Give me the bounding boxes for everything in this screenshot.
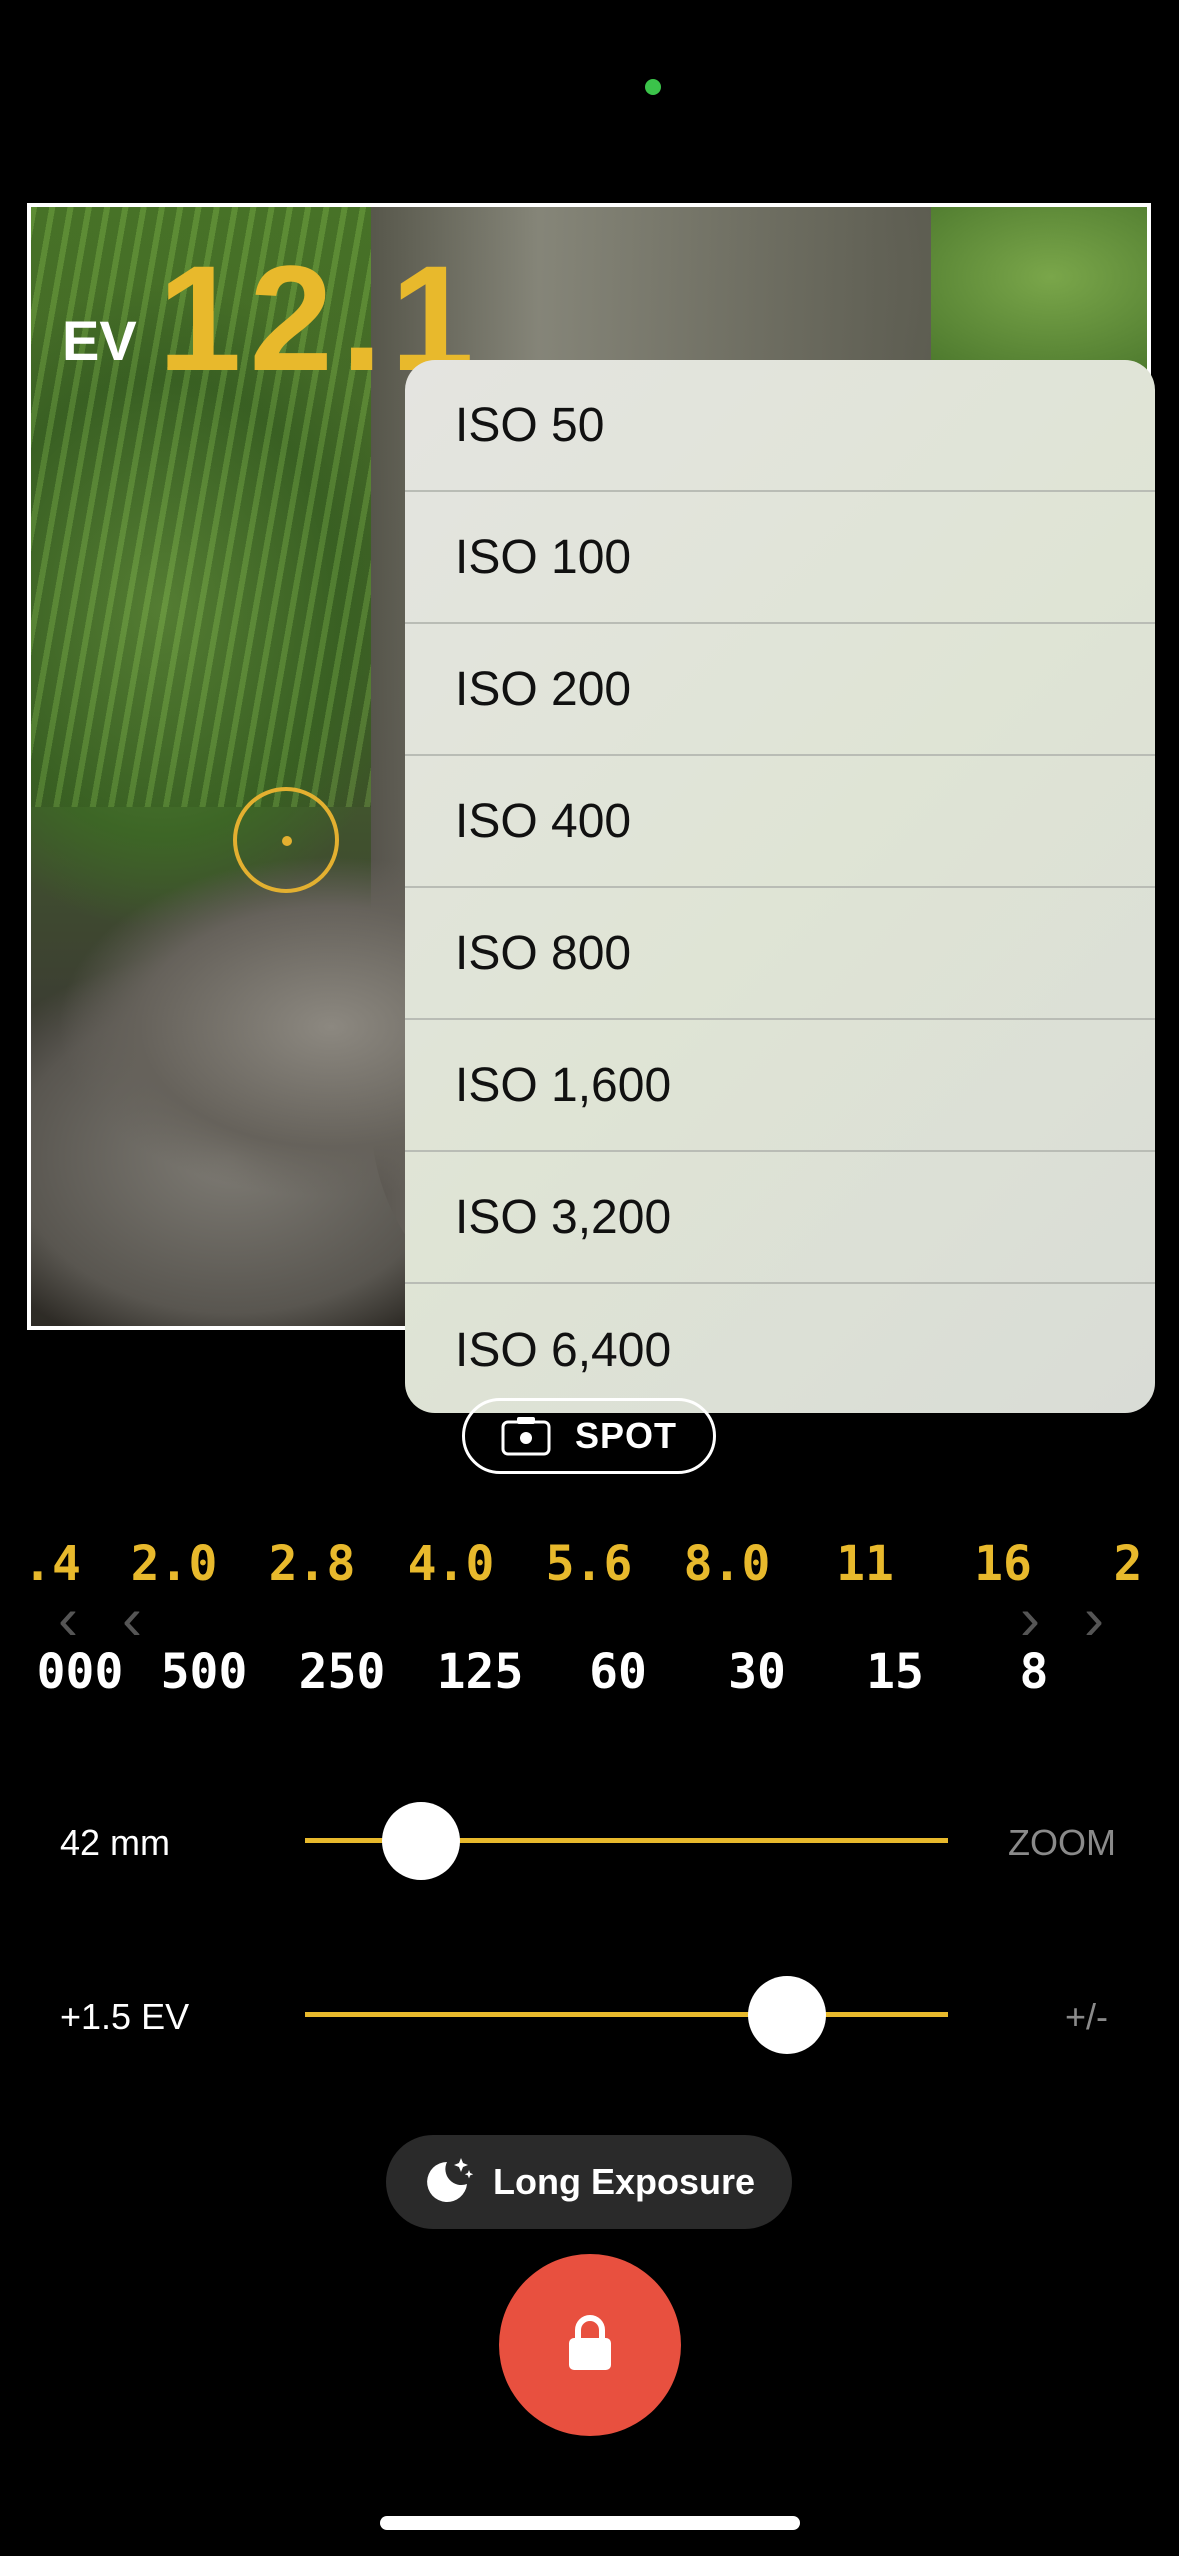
ev-label: EV	[62, 309, 137, 372]
iso-option[interactable]: ISO 400	[405, 756, 1155, 888]
iso-option[interactable]: ISO 100	[405, 492, 1155, 624]
shutter-speed-scale[interactable]: 000 500 250 125 60 30 15 8	[0, 1644, 1179, 1704]
shutter-value[interactable]: 500	[161, 1644, 248, 1700]
scroll-left-icon[interactable]: ‹	[122, 1584, 142, 1653]
iso-option[interactable]: ISO 800	[405, 888, 1155, 1020]
aperture-value[interactable]: 8.0	[684, 1536, 771, 1592]
metering-mode-button[interactable]: SPOT	[462, 1398, 716, 1474]
moon-stars-icon	[423, 2154, 475, 2211]
shutter-value[interactable]: 15	[866, 1644, 924, 1700]
scroll-right-icon[interactable]: ›	[1020, 1584, 1040, 1653]
iso-option[interactable]: ISO 6,400	[405, 1284, 1155, 1413]
aperture-value[interactable]: 5.6	[546, 1536, 633, 1592]
long-exposure-button[interactable]: Long Exposure	[386, 2135, 792, 2229]
metering-mode-label: SPOT	[574, 1415, 677, 1456]
aperture-value[interactable]: 2.0	[131, 1536, 218, 1592]
zoom-slider-thumb[interactable]	[381, 1802, 460, 1880]
aperture-value[interactable]: 2	[1114, 1536, 1143, 1592]
aperture-value[interactable]: 11	[836, 1536, 894, 1592]
iso-option[interactable]: ISO 200	[405, 624, 1155, 756]
iso-option[interactable]: ISO 1,600	[405, 1020, 1155, 1152]
ev-comp-label: +/-	[1065, 1996, 1109, 2037]
shutter-value[interactable]: 8	[1020, 1644, 1049, 1700]
aperture-scale[interactable]: .4 2.0 2.8 4.0 5.6 8.0 11 16 2	[0, 1536, 1179, 1596]
ev-comp-slider-track[interactable]	[305, 2012, 948, 2017]
shutter-value[interactable]: 000	[37, 1644, 124, 1700]
iso-option[interactable]: ISO 50	[405, 360, 1155, 492]
shutter-lock-button[interactable]	[499, 2254, 681, 2436]
home-indicator[interactable]	[380, 2516, 800, 2530]
shutter-value[interactable]: 30	[728, 1644, 786, 1700]
iso-dropdown-menu: ISO 50 ISO 100 ISO 200 ISO 400 ISO 800 I…	[405, 360, 1155, 1413]
shutter-value[interactable]: 250	[299, 1644, 386, 1700]
zoom-label: ZOOM	[1008, 1822, 1116, 1863]
spot-metering-center-dot	[282, 836, 292, 846]
lock-icon	[567, 2314, 613, 2377]
shutter-value[interactable]: 60	[589, 1644, 647, 1700]
iso-option[interactable]: ISO 3,200	[405, 1152, 1155, 1284]
aperture-value[interactable]: 2.8	[269, 1536, 356, 1592]
camera-in-use-indicator	[645, 79, 661, 95]
ev-comp-value-label: +1.5 EV	[60, 1996, 190, 2037]
shutter-value[interactable]: 125	[437, 1644, 524, 1700]
scroll-left-far-icon[interactable]: ‹	[58, 1584, 78, 1653]
long-exposure-label: Long Exposure	[492, 2161, 756, 2202]
ev-comp-slider-thumb[interactable]	[748, 1976, 827, 2054]
scroll-right-far-icon[interactable]: ›	[1084, 1584, 1104, 1653]
zoom-value-label: 42 mm	[60, 1822, 171, 1863]
spot-metering-icon	[501, 1416, 551, 1456]
aperture-value[interactable]: 4.0	[408, 1536, 495, 1592]
